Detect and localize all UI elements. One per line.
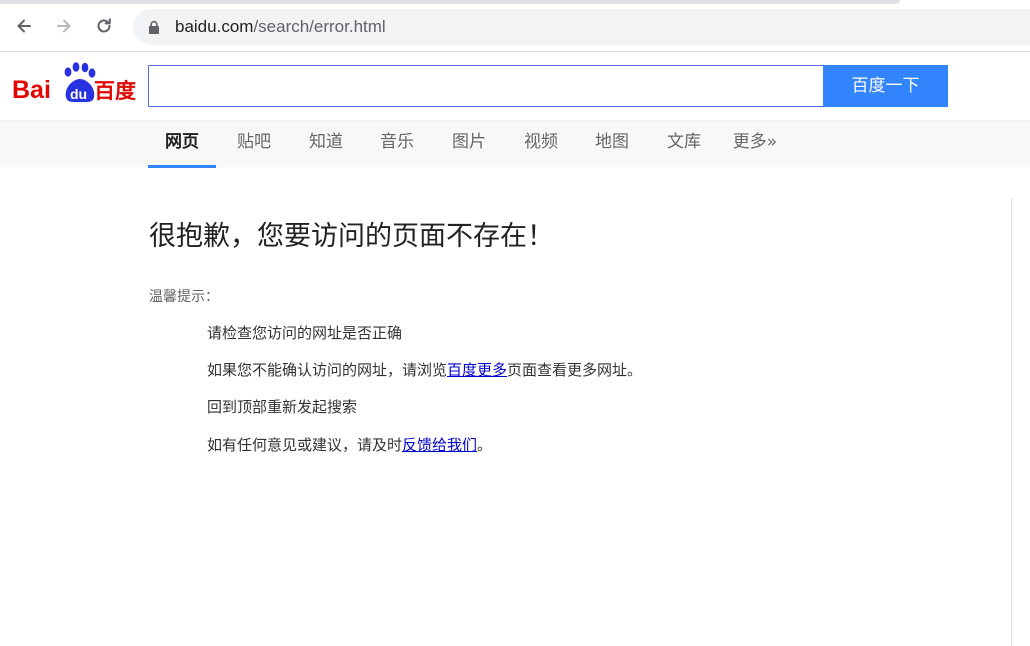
search-button[interactable]: 百度一下: [823, 65, 948, 107]
url-text: baidu.com/search/error.html: [175, 16, 386, 38]
paw-pad: [64, 67, 72, 77]
tab-zhidao[interactable]: 知道: [294, 121, 358, 168]
page-title: 很抱歉，您要访问的页面不存在！: [149, 221, 554, 252]
paw-pad: [72, 62, 80, 72]
tip-check-url: 请检查您访问的网址是否正确: [207, 324, 403, 342]
logo-text-baidu-cn: 百度: [94, 79, 136, 103]
tip-text: 页面查看更多网址。: [507, 361, 643, 379]
tip-feedback: 如有任何意见或建议，请及时反馈给我们。: [207, 434, 492, 456]
paw-pad: [88, 68, 96, 78]
tab-map[interactable]: 地图: [580, 121, 644, 168]
baidu-header: Bai du 百度 百度一下: [0, 52, 1030, 120]
address-bar[interactable]: baidu.com/search/error.html: [133, 9, 1030, 45]
back-button[interactable]: [10, 12, 38, 40]
browser-toolbar: baidu.com/search/error.html: [0, 0, 1030, 52]
arrow-left-icon: [17, 19, 31, 33]
baidu-more-link[interactable]: 百度更多: [447, 361, 507, 379]
tip-text: 如果您不能确认访问的网址，请浏览: [207, 361, 448, 379]
tab-tieba[interactable]: 贴吧: [222, 121, 286, 168]
search-category-tabs: 网页 贴吧 知道 音乐 图片 视频 地图 文库 更多»: [0, 120, 1030, 168]
url-domain: baidu.com: [175, 17, 254, 36]
baidu-logo[interactable]: Bai du 百度: [9, 59, 139, 109]
content-divider: [1011, 198, 1012, 646]
reload-icon: [97, 18, 111, 33]
tip-browse-more: 如果您不能确认访问的网址，请浏览百度更多页面查看更多网址。: [207, 359, 642, 381]
paw-pad: [81, 62, 89, 73]
tab-images[interactable]: 图片: [437, 121, 501, 168]
tip-heading: 温馨提示：: [149, 289, 219, 305]
tab-video[interactable]: 视频: [509, 121, 573, 168]
arrow-right-icon: [57, 19, 71, 33]
tip-text: 。: [477, 436, 493, 454]
tab-web[interactable]: 网页: [148, 121, 216, 168]
tab-wenku[interactable]: 文库: [652, 121, 716, 168]
tip-search-again: 回到顶部重新发起搜索: [207, 398, 358, 416]
feedback-link[interactable]: 反馈给我们: [402, 436, 477, 454]
forward-button[interactable]: [50, 12, 78, 40]
reload-button[interactable]: [90, 12, 118, 40]
lock-icon: [149, 20, 159, 34]
url-path: /search/error.html: [253, 17, 386, 36]
tip-text: 如有任何意见或建议，请及时: [207, 436, 403, 454]
logo-text-bai: Bai: [12, 76, 51, 104]
tab-strip: [0, 0, 900, 4]
search-input[interactable]: [148, 65, 824, 107]
tab-more[interactable]: 更多»: [722, 121, 788, 168]
tab-music[interactable]: 音乐: [365, 121, 429, 168]
logo-text-du: du: [70, 86, 87, 102]
